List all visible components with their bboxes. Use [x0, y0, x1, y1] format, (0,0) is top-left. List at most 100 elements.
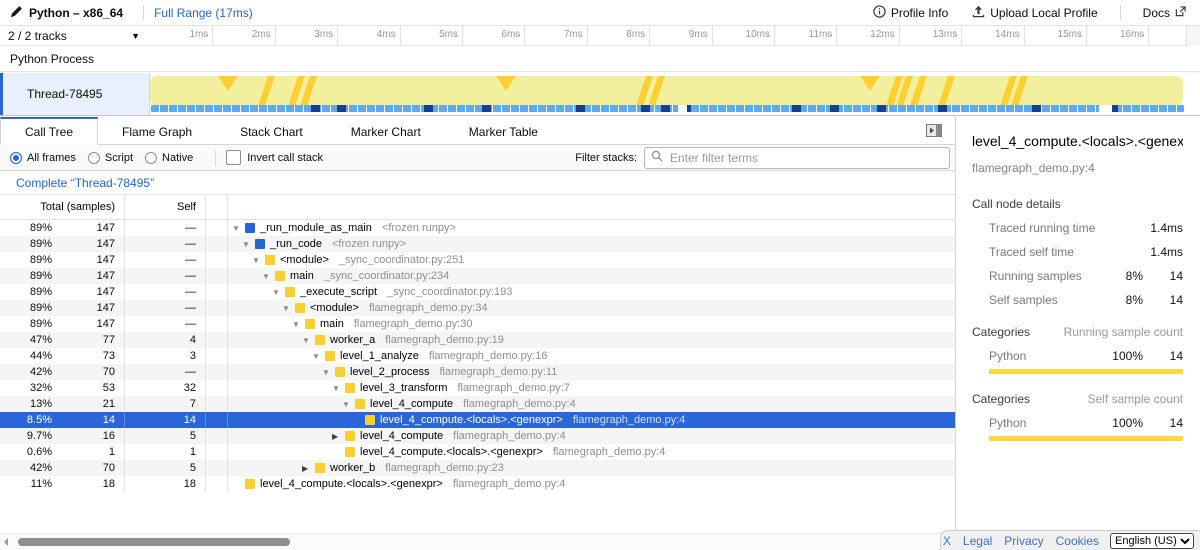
self-samples: 4	[190, 334, 205, 346]
sidebar-file-line: flamegraph_demo.py:4	[972, 161, 1183, 175]
file-line: _sync_coordinator.py:234	[324, 270, 449, 282]
category-cell	[206, 364, 228, 380]
horizontal-scrollbar[interactable]	[0, 533, 955, 550]
footer-links: X Legal Privacy Cookies	[937, 534, 1105, 548]
category-cell	[206, 220, 228, 236]
expand-triangle-icon[interactable]: ▼	[312, 352, 325, 361]
category-cell	[206, 300, 228, 316]
search-icon	[651, 150, 663, 165]
table-row[interactable]: 42%70 5 ▶ worker_b flamegraph_demo.py:23	[0, 460, 955, 476]
scrollbar-thumb[interactable]	[18, 538, 290, 546]
table-row[interactable]: 9.7%16 5 ▶ level_4_compute flamegraph_de…	[0, 428, 955, 444]
filter-input-box	[644, 147, 950, 169]
self-samples: 5	[190, 462, 205, 474]
radio-native[interactable]: Native	[145, 152, 193, 164]
full-range-link[interactable]: Full Range (17ms)	[154, 6, 253, 20]
docs-button[interactable]: Docs	[1143, 6, 1186, 20]
table-row[interactable]: 47%77 4 ▼ worker_a flamegraph_demo.py:19	[0, 332, 955, 348]
table-row[interactable]: 44%73 3 ▼ level_1_analyze flamegraph_dem…	[0, 348, 955, 364]
thread-activity-graph[interactable]	[150, 73, 1186, 115]
expand-triangle-icon[interactable]: ▼	[302, 336, 315, 345]
total-percent: 89%	[0, 222, 52, 234]
footer-bar: X Legal Privacy Cookies English (US)	[940, 530, 1200, 550]
table-row[interactable]: 32%53 32 ▼ level_3_transform flamegraph_…	[0, 380, 955, 396]
expand-triangle-icon[interactable]: ▼	[332, 384, 345, 393]
self-samples: 5	[190, 430, 205, 442]
process-track-header[interactable]: Python Process	[0, 46, 1200, 72]
invert-call-stack-checkbox[interactable]: Invert call stack	[226, 150, 323, 165]
total-percent: 47%	[0, 334, 52, 346]
footer-link-privacy[interactable]: Privacy	[1004, 534, 1043, 548]
category-square-icon	[315, 335, 325, 345]
category-square-icon	[345, 383, 355, 393]
radio-script[interactable]: Script	[88, 152, 133, 164]
file-line: flamegraph_demo.py:4	[463, 398, 576, 410]
sidebar: level_4_compute.<locals>.<genex… flamegr…	[955, 117, 1200, 550]
file-line: flamegraph_demo.py:4	[453, 478, 566, 490]
sidebar-toggle-button[interactable]	[925, 123, 943, 138]
dense-sample-segment	[830, 105, 839, 112]
upload-profile-button[interactable]: Upload Local Profile	[972, 5, 1097, 21]
function-name: worker_a	[330, 334, 375, 346]
table-row[interactable]: 89%147 — ▼ _run_module_as_main <frozen r…	[0, 220, 955, 236]
language-select[interactable]: English (US)	[1110, 533, 1194, 549]
table-row[interactable]: 89%147 — ▼ main _sync_coordinator.py:234	[0, 268, 955, 284]
total-samples: 73	[52, 350, 124, 362]
expand-triangle-icon[interactable]: ▼	[242, 240, 255, 249]
category-square-icon	[365, 415, 375, 425]
filter-stacks-input[interactable]	[668, 150, 943, 166]
edit-pencil-icon[interactable]	[10, 5, 23, 21]
category-cell	[206, 396, 228, 412]
column-header-total[interactable]: Total (samples)	[0, 195, 125, 219]
table-row[interactable]: 13%21 7 ▼ level_4_compute flamegraph_dem…	[0, 396, 955, 412]
tab-flame-graph[interactable]: Flame Graph	[98, 117, 216, 145]
thread-track-label[interactable]: Thread-78495	[0, 73, 150, 115]
table-row[interactable]: 89%147 — ▼ main flamegraph_demo.py:30	[0, 316, 955, 332]
category-square-icon	[345, 431, 355, 441]
table-row[interactable]: 8.5%14 14 level_4_compute.<locals>.<gene…	[0, 412, 955, 428]
total-percent: 44%	[0, 350, 52, 362]
expand-triangle-icon[interactable]: ▼	[322, 368, 335, 377]
table-row[interactable]: 89%147 — ▼ _run_code <frozen runpy>	[0, 236, 955, 252]
table-row[interactable]: 42%70 — ▼ level_2_process flamegraph_dem…	[0, 364, 955, 380]
footer-link-legal[interactable]: Legal	[963, 534, 992, 548]
table-row[interactable]: 89%147 — ▼ _execute_script _sync_coordin…	[0, 284, 955, 300]
radio-all-frames[interactable]: All frames	[10, 152, 76, 164]
table-row[interactable]: 89%147 — ▼ <module> _sync_coordinator.py…	[0, 252, 955, 268]
expand-triangle-icon[interactable]: ▼	[342, 400, 355, 409]
ruler-tick-label: 3ms	[275, 29, 333, 40]
tab-stack-chart[interactable]: Stack Chart	[216, 117, 327, 145]
column-header-self[interactable]: Self	[125, 195, 206, 219]
expand-triangle-icon[interactable]: ▼	[292, 320, 305, 329]
dense-sample-segment	[641, 105, 650, 112]
footer-link-x[interactable]: X	[943, 534, 951, 548]
ruler-tick-label: 1ms	[150, 29, 208, 40]
expand-triangle-icon[interactable]: ▼	[232, 224, 245, 233]
tracks-count-label: 2 / 2 tracks	[8, 29, 67, 43]
expand-triangle-icon[interactable]: ▼	[282, 304, 295, 313]
tab-call-tree[interactable]: Call Tree	[0, 117, 98, 145]
table-row[interactable]: 11%18 18 level_4_compute.<locals>.<genex…	[0, 476, 955, 492]
expand-triangle-icon[interactable]: ▼	[252, 256, 265, 265]
category-cell	[206, 348, 228, 364]
total-samples: 70	[52, 366, 124, 378]
tab-marker-table[interactable]: Marker Table	[445, 117, 562, 145]
table-row[interactable]: 89%147 — ▼ <module> flamegraph_demo.py:3…	[0, 300, 955, 316]
table-row[interactable]: 0.6%1 1 level_4_compute.<locals>.<genexp…	[0, 444, 955, 460]
expand-triangle-icon[interactable]: ▼	[272, 288, 285, 297]
file-line: _sync_coordinator.py:193	[387, 286, 512, 298]
expand-triangle-icon[interactable]: ▶	[302, 464, 315, 473]
tab-marker-chart[interactable]: Marker Chart	[327, 117, 445, 145]
footer-link-cookies[interactable]: Cookies	[1056, 534, 1099, 548]
scroll-left-arrow-icon[interactable]	[4, 538, 8, 546]
breadcrumb-complete-link[interactable]: Complete “Thread-78495”	[16, 176, 154, 190]
profile-info-button[interactable]: Profile Info	[873, 5, 948, 21]
ruler-tick-label: 8ms	[587, 29, 645, 40]
dense-sample-segment	[877, 105, 886, 112]
expand-triangle-icon[interactable]: ▶	[332, 432, 345, 441]
tracks-dropdown[interactable]: 2 / 2 tracks ▼	[0, 26, 150, 45]
expand-triangle-icon[interactable]: ▼	[262, 272, 275, 281]
profile-title[interactable]: Python – x86_64	[29, 6, 123, 20]
category-cell	[206, 284, 228, 300]
categories-heading: CategoriesSelf sample count	[972, 392, 1183, 406]
